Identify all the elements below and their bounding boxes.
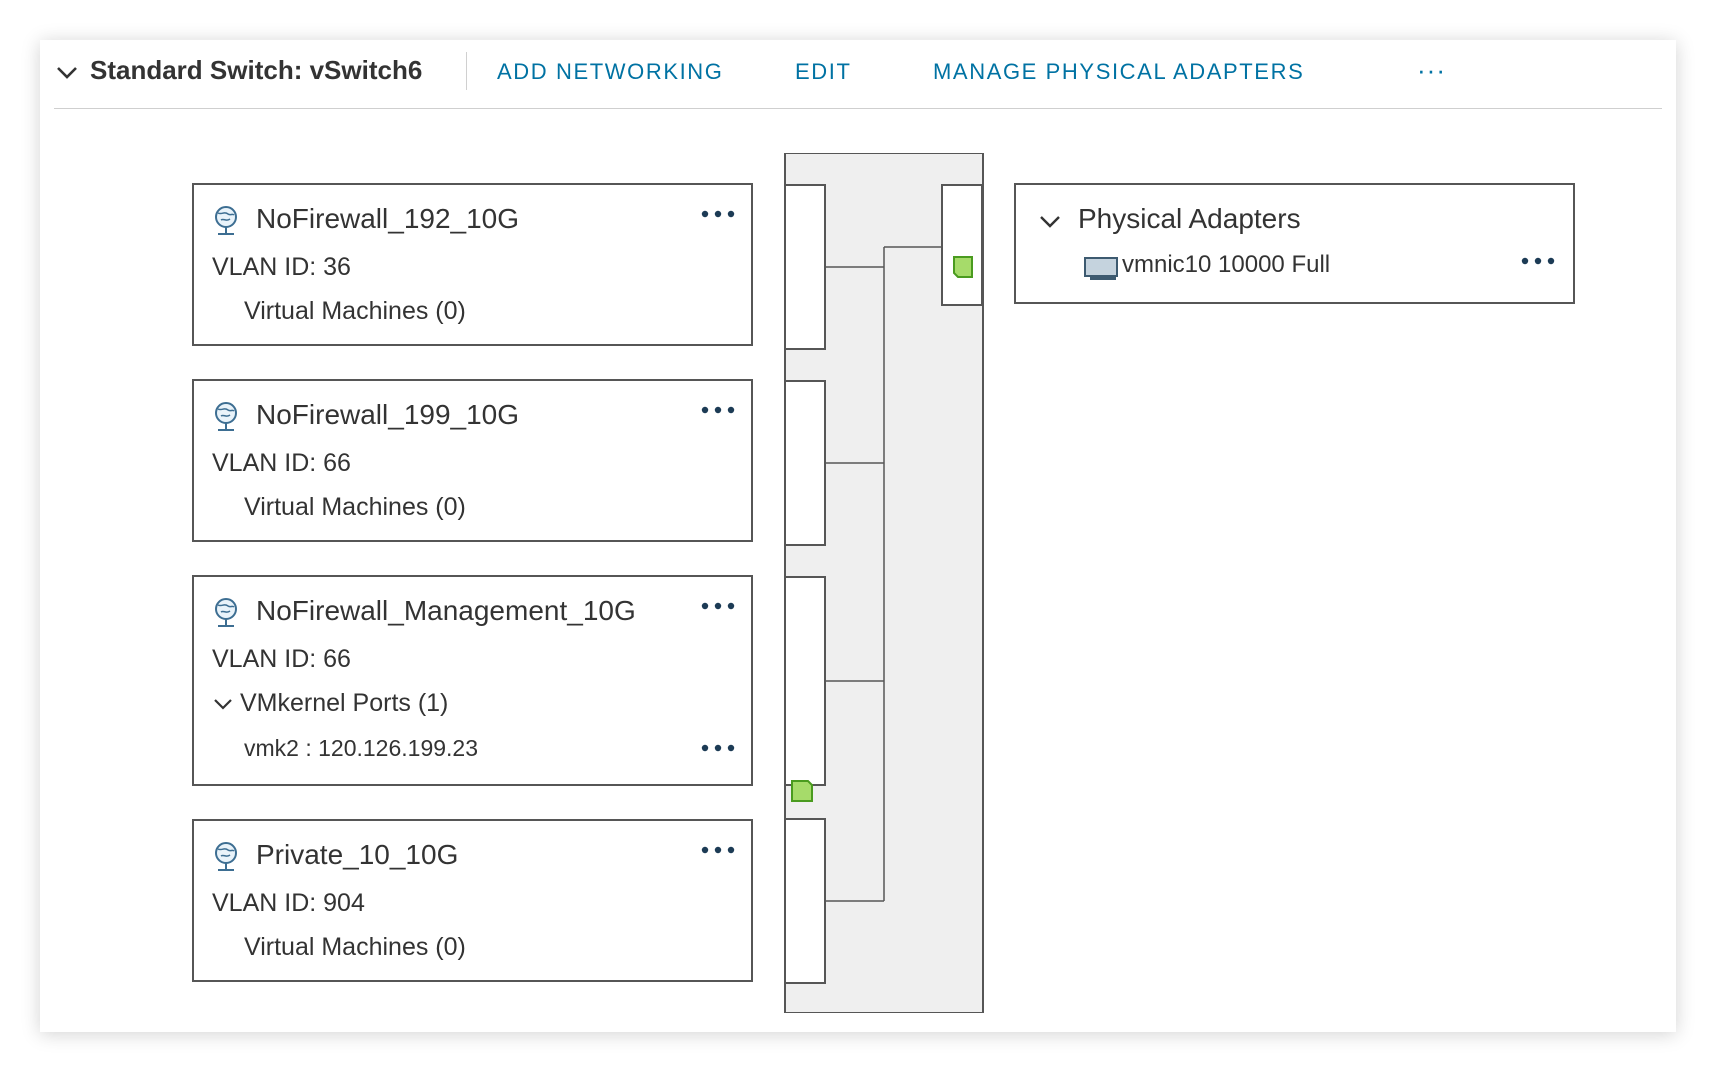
port-group-name: NoFirewall_199_10G (256, 399, 520, 430)
port-group-card[interactable]: NoFirewall_Management_10G VLAN ID: 66 VM… (192, 575, 753, 786)
network-globe-icon (215, 402, 237, 431)
virtual-machines-link[interactable]: Virtual Machines (0) (244, 933, 466, 962)
port-group-card[interactable]: NoFirewall_192_10G VLAN ID: 36 Virtual M… (192, 183, 753, 346)
port-group-slot (784, 576, 826, 786)
port-group-name: NoFirewall_Management_10G (256, 595, 636, 626)
vmkernel-ports-toggle[interactable]: VMkernel Ports (1) (212, 689, 448, 718)
port-group-slot (784, 380, 826, 546)
vlan-id: VLAN ID: 36 (212, 253, 351, 281)
chevron-down-icon[interactable] (54, 60, 80, 86)
vlan-id: VLAN ID: 66 (212, 645, 351, 673)
more-dots-icon[interactable] (700, 207, 736, 221)
network-globe-icon (215, 598, 237, 627)
vswitch-panel: Standard Switch: vSwitch6 ADD NETWORKING… (40, 40, 1676, 1032)
edit-button[interactable]: EDIT (795, 59, 852, 85)
port-group-name: Private_10_10G (256, 839, 459, 870)
virtual-machines-link[interactable]: Virtual Machines (0) (244, 493, 466, 522)
vlan-id: VLAN ID: 904 (212, 889, 365, 917)
physical-adapters-title: Physical Adapters (1078, 203, 1301, 234)
vmkernel-port-item[interactable]: vmk2 : 120.126.199.23 (244, 735, 478, 762)
port-group-name: NoFirewall_192_10G (256, 203, 520, 234)
chevron-down-icon[interactable] (1038, 209, 1062, 233)
virtual-machines-link[interactable]: Virtual Machines (0) (244, 297, 466, 326)
physical-adapter-item[interactable]: vmnic10 10000 Full (1122, 251, 1330, 279)
vmkernel-port-icon (791, 780, 813, 802)
physical-nic-icon (1084, 257, 1118, 280)
network-globe-icon (215, 842, 237, 871)
port-group-card[interactable]: NoFirewall_199_10G VLAN ID: 66 Virtual M… (192, 379, 753, 542)
switch-title: Standard Switch: vSwitch6 (90, 55, 423, 85)
more-dots-icon[interactable] (700, 403, 736, 417)
physical-adapters-card: Physical Adapters vmnic10 10000 Full (1014, 183, 1575, 304)
manage-physical-adapters-button[interactable]: MANAGE PHYSICAL ADAPTERS (933, 59, 1304, 85)
uplink-port-icon (953, 256, 973, 278)
switch-topology (784, 153, 984, 1013)
chevron-down-icon (214, 699, 232, 710)
header-divider (466, 52, 467, 90)
switch-header: Standard Switch: vSwitch6 ADD NETWORKING… (54, 40, 1662, 109)
header-more-button[interactable]: ··· (1417, 57, 1446, 83)
network-globe-icon (215, 206, 237, 235)
more-dots-icon[interactable] (700, 843, 736, 857)
port-group-slot (784, 184, 826, 350)
port-group-slot (784, 818, 826, 984)
uplink-slot (941, 184, 983, 306)
more-dots-icon[interactable] (700, 599, 736, 613)
vlan-id: VLAN ID: 66 (212, 449, 351, 477)
vmkernel-ports-label: VMkernel Ports (1) (240, 689, 449, 717)
more-dots-icon[interactable] (1520, 254, 1556, 268)
more-dots-icon[interactable] (700, 741, 736, 755)
add-networking-button[interactable]: ADD NETWORKING (497, 59, 724, 85)
port-group-card[interactable]: Private_10_10G VLAN ID: 904 Virtual Mach… (192, 819, 753, 982)
